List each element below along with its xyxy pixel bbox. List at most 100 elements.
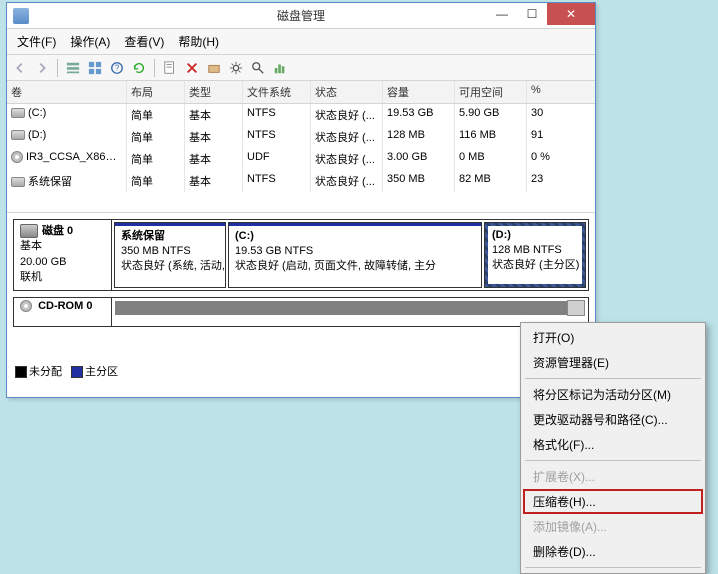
partition-d-selected[interactable]: (D:) 128 MB NTFS 状态良好 (主分区) — [484, 222, 586, 288]
volume-type: 基本 — [185, 148, 243, 170]
menu-help[interactable]: 帮助(H) — [172, 31, 225, 52]
legend-primary: 主分区 — [85, 366, 118, 378]
titlebar: 磁盘管理 — ☐ ✕ — [7, 3, 595, 29]
cd-icon — [11, 151, 23, 163]
legend-swatch-primary — [71, 366, 83, 378]
chart-icon[interactable] — [271, 59, 289, 77]
volume-free: 0 MB — [455, 148, 527, 170]
refresh-icon[interactable] — [130, 59, 148, 77]
delete-icon[interactable] — [183, 59, 201, 77]
volume-name: (D:) — [28, 129, 46, 141]
volume-status: 状态良好 (... — [311, 148, 383, 170]
header-status[interactable]: 状态 — [311, 81, 383, 103]
cdrom-0: CD-ROM 0 — [13, 297, 589, 327]
legend: 未分配 主分区 — [7, 363, 595, 383]
properties-icon[interactable] — [161, 59, 179, 77]
settings-icon[interactable] — [227, 59, 245, 77]
volume-status: 状态良好 (... — [311, 126, 383, 148]
minimize-button[interactable]: — — [487, 3, 517, 25]
volume-status: 状态良好 (... — [311, 104, 383, 126]
cdrom-title: CD-ROM 0 — [38, 300, 92, 312]
header-volume[interactable]: 卷 — [7, 81, 127, 103]
ctx-separator — [525, 460, 701, 461]
context-menu: 打开(O) 资源管理器(E) 将分区标记为活动分区(M) 更改驱动器号和路径(C… — [520, 322, 706, 574]
disk-info[interactable]: 磁盘 0 基本 20.00 GB 联机 — [14, 220, 112, 290]
volume-icon — [11, 177, 25, 187]
menubar: 文件(F) 操作(A) 查看(V) 帮助(H) — [7, 29, 595, 55]
ctx-extend: 扩展卷(X)... — [523, 464, 703, 489]
volume-capacity: 19.53 GB — [383, 104, 455, 126]
header-type[interactable]: 类型 — [185, 81, 243, 103]
scrollbar-thumb[interactable] — [567, 300, 585, 316]
volume-row[interactable]: (C:) 简单 基本 NTFS 状态良好 (... 19.53 GB 5.90 … — [7, 104, 595, 126]
volume-pct: 23 — [527, 170, 567, 192]
header-percent[interactable]: % — [527, 81, 567, 103]
volume-free: 82 MB — [455, 170, 527, 192]
header-filesystem[interactable]: 文件系统 — [243, 81, 311, 103]
toolbar: ? — [7, 55, 595, 81]
header-free[interactable]: 可用空间 — [455, 81, 527, 103]
toolbar-separator — [57, 59, 58, 77]
ctx-separator — [525, 378, 701, 379]
partition-name: (D:) — [492, 228, 578, 243]
partition-size: 128 MB NTFS — [492, 243, 578, 258]
view-detail-icon[interactable] — [86, 59, 104, 77]
partition-bar — [115, 223, 225, 226]
ctx-delete[interactable]: 删除卷(D)... — [523, 539, 703, 564]
ctx-separator — [525, 567, 701, 568]
volume-layout: 简单 — [127, 126, 185, 148]
partition-system-reserved[interactable]: 系统保留 350 MB NTFS 状态良好 (系统, 活动, 主 — [114, 222, 226, 288]
volume-row[interactable]: 系统保留 简单 基本 NTFS 状态良好 (... 350 MB 82 MB 2… — [7, 170, 595, 192]
volume-layout: 简单 — [127, 104, 185, 126]
ctx-open[interactable]: 打开(O) — [523, 325, 703, 350]
disk-size: 20.00 GB — [20, 255, 105, 270]
disk-management-window: 磁盘管理 — ☐ ✕ 文件(F) 操作(A) 查看(V) 帮助(H) ? 卷 布… — [6, 2, 596, 398]
volume-type: 基本 — [185, 170, 243, 192]
menu-view[interactable]: 查看(V) — [118, 31, 170, 52]
volume-name: (C:) — [28, 107, 46, 119]
cdrom-info[interactable]: CD-ROM 0 — [14, 298, 112, 326]
volume-fs: NTFS — [243, 104, 311, 126]
volume-fs: NTFS — [243, 126, 311, 148]
scrollbar-track[interactable] — [115, 301, 585, 315]
menu-file[interactable]: 文件(F) — [11, 31, 62, 52]
volume-row[interactable]: (D:) 简单 基本 NTFS 状态良好 (... 128 MB 116 MB … — [7, 126, 595, 148]
legend-unallocated: 未分配 — [29, 366, 62, 378]
ctx-add-mirror: 添加镜像(A)... — [523, 514, 703, 539]
partition-name: 系统保留 — [121, 229, 219, 244]
disk-0: 磁盘 0 基本 20.00 GB 联机 系统保留 350 MB NTFS 状态良… — [13, 219, 589, 291]
ctx-explorer[interactable]: 资源管理器(E) — [523, 350, 703, 375]
partition-bar — [229, 223, 481, 226]
partition-status: 状态良好 (启动, 页面文件, 故障转储, 主分 — [235, 259, 475, 274]
view-list-icon[interactable] — [64, 59, 82, 77]
partition-name: (C:) — [235, 229, 475, 244]
find-icon[interactable] — [249, 59, 267, 77]
partition-c[interactable]: (C:) 19.53 GB NTFS 状态良好 (启动, 页面文件, 故障转储,… — [228, 222, 482, 288]
header-layout[interactable]: 布局 — [127, 81, 185, 103]
ctx-format[interactable]: 格式化(F)... — [523, 432, 703, 457]
disk-title: 磁盘 0 — [42, 225, 73, 237]
partition-status: 状态良好 (主分区) — [492, 258, 578, 273]
ctx-shrink[interactable]: 压缩卷(H)... — [523, 489, 703, 514]
maximize-button[interactable]: ☐ — [517, 3, 547, 25]
toolbar-separator — [154, 59, 155, 77]
help-icon[interactable]: ? — [108, 59, 126, 77]
legend-swatch-unallocated — [15, 366, 27, 378]
forward-button — [33, 59, 51, 77]
partition-size: 19.53 GB NTFS — [235, 244, 475, 259]
volume-type: 基本 — [185, 104, 243, 126]
volume-free: 116 MB — [455, 126, 527, 148]
volume-fs: UDF — [243, 148, 311, 170]
ctx-mark-active[interactable]: 将分区标记为活动分区(M) — [523, 382, 703, 407]
action-icon[interactable] — [205, 59, 223, 77]
menu-action[interactable]: 操作(A) — [64, 31, 116, 52]
volume-name: 系统保留 — [28, 176, 72, 188]
disk-type: 基本 — [20, 239, 105, 254]
disk-state: 联机 — [20, 270, 105, 285]
volume-row[interactable]: IR3_CCSA_X86FR... 简单 基本 UDF 状态良好 (... 3.… — [7, 148, 595, 170]
partitions: 系统保留 350 MB NTFS 状态良好 (系统, 活动, 主 (C:) 19… — [112, 220, 588, 290]
header-capacity[interactable]: 容量 — [383, 81, 455, 103]
volume-fs: NTFS — [243, 170, 311, 192]
ctx-change-letter[interactable]: 更改驱动器号和路径(C)... — [523, 407, 703, 432]
close-button[interactable]: ✕ — [547, 3, 595, 25]
